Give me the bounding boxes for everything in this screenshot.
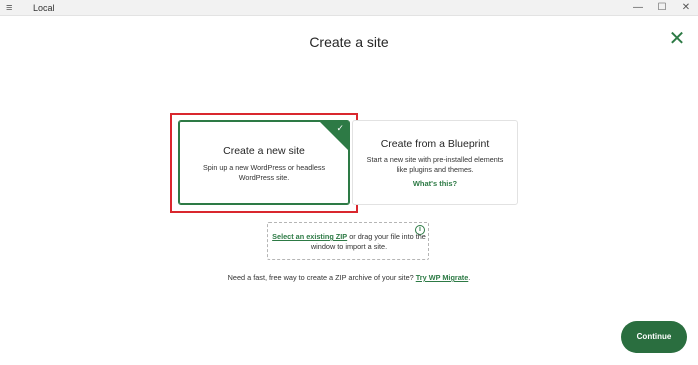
hamburger-menu-icon[interactable]: ≡ xyxy=(6,1,12,15)
option-description: Spin up a new WordPress or headless Word… xyxy=(202,163,326,182)
checkmark-icon: ✓ xyxy=(336,123,344,133)
create-new-site-option[interactable]: ✓ Create a new site Spin up a new WordPr… xyxy=(178,120,350,205)
title-bar: ≡ Local — ☐ ✕ xyxy=(0,0,698,16)
app-name: Local xyxy=(33,3,55,13)
window-close-icon[interactable]: ✕ xyxy=(674,0,698,16)
continue-button[interactable]: Continue xyxy=(621,321,687,353)
selected-corner xyxy=(319,121,349,151)
wp-migrate-link[interactable]: Try WP Migrate xyxy=(416,273,469,282)
zip-instructions: Select an existing ZIP or drag your file… xyxy=(268,232,430,252)
create-from-blueprint-option[interactable]: Create from a Blueprint Start a new site… xyxy=(352,120,518,205)
migrate-note-text: Need a fast, free way to create a ZIP ar… xyxy=(227,273,416,282)
select-zip-link[interactable]: Select an existing ZIP xyxy=(272,232,347,241)
migrate-note: Need a fast, free way to create a ZIP ar… xyxy=(0,273,698,282)
migrate-note-end: . xyxy=(468,273,471,282)
page-title: Create a site xyxy=(309,34,389,50)
minimize-icon[interactable]: — xyxy=(626,0,650,16)
whats-this-link[interactable]: What's this? xyxy=(353,179,517,188)
close-icon[interactable]: ✕ xyxy=(668,29,686,49)
option-description: Start a new site with pre-installed elem… xyxy=(366,155,504,174)
option-title: Create from a Blueprint xyxy=(380,138,490,150)
maximize-icon[interactable]: ☐ xyxy=(650,0,674,16)
zip-drop-zone[interactable]: i Select an existing ZIP or drag your fi… xyxy=(267,222,429,260)
